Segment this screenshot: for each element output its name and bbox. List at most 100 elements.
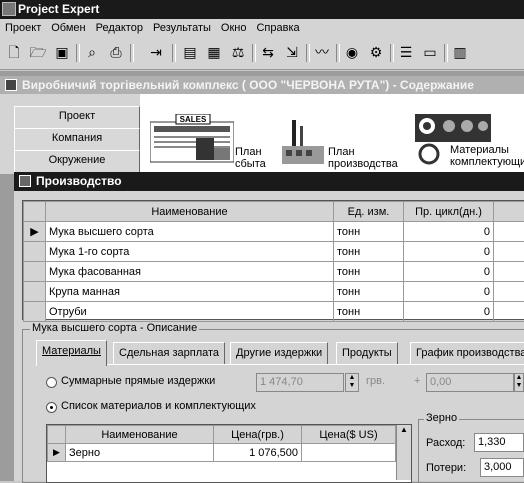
cycle-cell[interactable]: 0 <box>404 222 494 242</box>
content-window-title: Виробничий торгівельний комплекс ( ООО "… <box>22 78 474 92</box>
unit-cell[interactable]: тонн <box>334 282 404 302</box>
tab-piecework-salary[interactable]: Сдельная зарплата <box>113 342 225 365</box>
tab-materials[interactable]: Материалы <box>36 340 107 366</box>
materials-label-line2: комплектующих <box>450 156 524 168</box>
currency-label: грв. <box>366 375 385 387</box>
nav-project-button[interactable]: Проект <box>14 106 140 129</box>
preview-icon[interactable]: ⌕ <box>82 43 102 63</box>
materials-list-label: Список материалов и комплектующих <box>61 400 256 412</box>
factory-icon <box>280 116 326 166</box>
sales-plan-module[interactable]: SALES <box>150 114 234 169</box>
save-icon[interactable]: ▣ <box>52 43 72 63</box>
settings-icon[interactable]: ⚙ <box>366 43 386 63</box>
tab-materials-label: Материалы <box>42 345 101 357</box>
cycle-cell[interactable]: 0 <box>404 242 494 262</box>
extra-cell <box>494 222 524 242</box>
menu-results[interactable]: Результаты <box>148 19 216 38</box>
summary-costs-spinner[interactable]: ▲▼ <box>345 373 359 392</box>
toolbar-separator <box>444 44 448 62</box>
toolbar-separator <box>336 44 340 62</box>
product-name-cell[interactable]: Мука высшего сорта <box>46 222 334 242</box>
cycle-cell[interactable]: 0 <box>404 302 494 322</box>
balance-icon[interactable]: ⚖ <box>228 43 248 63</box>
nav-company-button[interactable]: Компания <box>14 128 140 151</box>
materials-list-radio[interactable] <box>46 402 57 413</box>
menu-window[interactable]: Окно <box>216 19 252 38</box>
product-name-cell[interactable]: Мука 1-го сорта <box>46 242 334 262</box>
unit-cell[interactable]: тонн <box>334 302 404 322</box>
tab-other-costs[interactable]: Другие издержки <box>230 342 328 365</box>
print-icon[interactable]: ⎙ <box>106 43 126 63</box>
column-header-name[interactable]: Наименование <box>46 202 334 222</box>
product-name-cell[interactable]: Отруби <box>46 302 334 322</box>
column-header-material-name[interactable]: Наименование <box>66 426 214 444</box>
materials-header-row: Наименование Цена(грв.) Цена($ US) <box>48 426 411 444</box>
sales-plan-label[interactable]: План сбыта <box>235 146 266 170</box>
content-window-titlebar[interactable]: Виробничий торгівельний комплекс ( ООО "… <box>0 76 524 94</box>
material-name-cell[interactable]: Зерно <box>66 444 214 462</box>
tab-production-schedule[interactable]: График производства <box>410 342 524 365</box>
table-row[interactable]: ▶ Мука высшего сорта тонн 0 <box>24 222 524 242</box>
column-header-unit[interactable]: Ед. изм. <box>334 202 404 222</box>
exit-icon[interactable]: ⇥ <box>146 43 166 63</box>
toolbar-separator <box>76 44 80 62</box>
chart-icon[interactable]: 〰 <box>312 43 332 63</box>
materials-label[interactable]: Материалы комплектующих <box>450 144 524 168</box>
column-header-extra <box>494 202 524 222</box>
table-row[interactable]: Крупа манная тонн 0 <box>24 282 524 302</box>
summary-costs-radio[interactable] <box>46 377 57 388</box>
consumption-input[interactable]: 1,330 <box>474 433 524 452</box>
materials-table: Наименование Цена(грв.) Цена($ US) ▶ Зер… <box>46 424 412 483</box>
materials-label-line1: Материалы <box>450 144 524 156</box>
table-icon[interactable]: ▥ <box>450 43 470 63</box>
plus-value-spinner[interactable]: ▲▼ <box>514 373 524 392</box>
table-row[interactable]: Отруби тонн 0 <box>24 302 524 322</box>
description-label: Мука высшего сорта - Описание <box>30 322 199 334</box>
table-row[interactable]: Мука 1-го сорта тонн 0 <box>24 242 524 262</box>
menu-project[interactable]: Проект <box>0 19 46 38</box>
cycle-cell[interactable]: 0 <box>404 282 494 302</box>
tab-piecework-salary-label: Сдельная зарплата <box>119 347 219 359</box>
column-header-price-uah[interactable]: Цена(грв.) <box>214 426 302 444</box>
menu-exchange[interactable]: Обмен <box>46 19 90 38</box>
plus-value-input[interactable]: 0,00 <box>426 373 514 392</box>
export-icon[interactable]: ⇲ <box>282 43 302 63</box>
product-name-cell[interactable]: Крупа манная <box>46 282 334 302</box>
plus-label: + <box>414 375 420 387</box>
cashflow-icon[interactable]: ▦ <box>204 43 224 63</box>
unit-cell[interactable]: тонн <box>334 242 404 262</box>
nav-environment-button[interactable]: Окружение <box>14 150 140 173</box>
content-window: Проект Компания Окружение SALES План сбы… <box>0 94 524 174</box>
menu-help[interactable]: Справка <box>251 19 304 38</box>
materials-vertical-scrollbar[interactable]: ▲ <box>396 425 411 480</box>
losses-input[interactable]: 3,000 <box>480 458 524 477</box>
report-icon[interactable]: ▭ <box>420 43 440 63</box>
production-window-titlebar[interactable]: Производство <box>14 172 524 191</box>
unit-cell[interactable]: тонн <box>334 222 404 242</box>
price-uah-cell[interactable]: 1 076,500 <box>214 444 302 462</box>
table-row[interactable]: ▶ Зерно 1 076,500 <box>48 444 411 462</box>
table-row[interactable]: Мука фасованная тонн 0 <box>24 262 524 282</box>
unit-cell[interactable]: тонн <box>334 262 404 282</box>
product-name-cell[interactable]: Мука фасованная <box>46 262 334 282</box>
production-plan-module[interactable] <box>280 116 326 169</box>
calc-icon[interactable]: ▤ <box>180 43 200 63</box>
cycle-cell[interactable]: 0 <box>404 262 494 282</box>
table-header-row: Наименование Ед. изм. Пр. цикл(дн.) <box>24 202 524 222</box>
column-header-cycle[interactable]: Пр. цикл(дн.) <box>404 202 494 222</box>
production-plan-label[interactable]: План производства <box>328 146 398 170</box>
compare-icon[interactable]: ⇆ <box>258 43 278 63</box>
column-header-price-usd[interactable]: Цена($ US) <box>302 426 396 444</box>
sales-label: SALES <box>180 115 207 124</box>
price-usd-cell[interactable] <box>302 444 396 462</box>
extra-cell <box>494 282 524 302</box>
open-icon[interactable]: 🗁 <box>28 43 48 63</box>
window-icon <box>19 175 31 187</box>
menu-editor[interactable]: Редактор <box>91 19 148 38</box>
analysis-icon[interactable]: ◉ <box>342 43 362 63</box>
list-icon[interactable]: ☰ <box>396 43 416 63</box>
new-icon[interactable]: 🗋 <box>4 43 24 63</box>
tab-products[interactable]: Продукты <box>336 342 398 365</box>
row-indicator <box>24 262 46 282</box>
summary-costs-input[interactable]: 1 474,70 <box>256 373 344 392</box>
